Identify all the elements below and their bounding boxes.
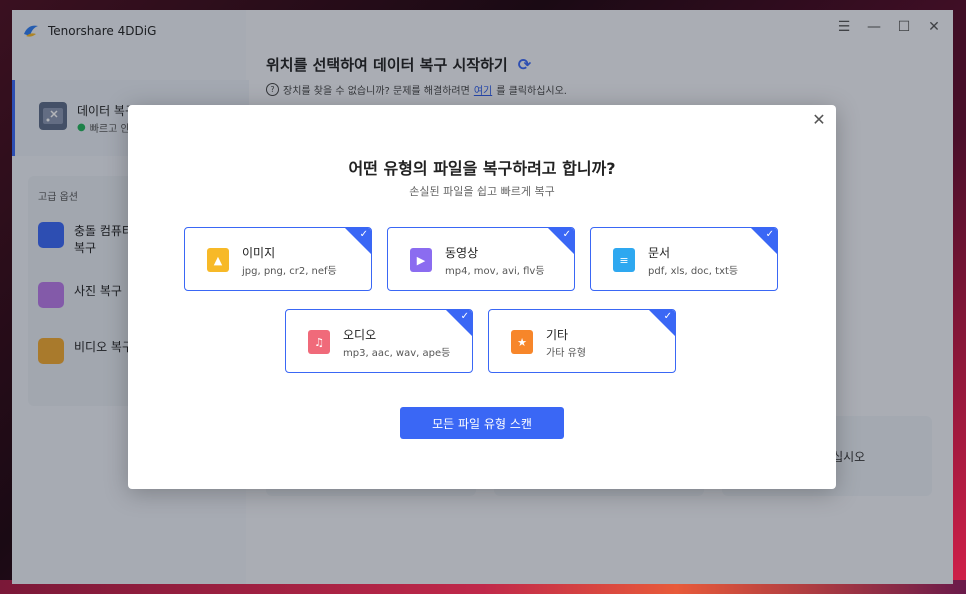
check-icon: ✓ [359, 229, 368, 240]
check-icon: ✓ [562, 229, 571, 240]
file-type-name: 기타 [546, 328, 569, 342]
file-type-extensions: pdf, xls, doc, txt등 [648, 266, 739, 277]
dialog-title: 어떤 유형의 파일을 복구하려고 합니까? [348, 159, 616, 178]
dialog-subtitle: 손실된 파일을 쉽고 빠르게 복구 [409, 185, 555, 198]
file-type-extensions: mp3, aac, wav, ape등 [343, 348, 451, 359]
file-type-video[interactable]: ✓ ▶ 동영상 mp4, mov, avi, flv등 [387, 227, 575, 291]
file-type-name: 문서 [648, 246, 671, 260]
check-icon: ✓ [663, 311, 672, 322]
file-type-image[interactable]: ✓ ▲ 이미지 jpg, png, cr2, nef등 [184, 227, 372, 291]
audio-icon: ♫ [308, 330, 330, 354]
check-icon: ✓ [460, 311, 469, 322]
file-type-dialog: ✕ 어떤 유형의 파일을 복구하려고 합니까? 손실된 파일을 쉽고 빠르게 복… [128, 105, 836, 489]
file-type-name: 이미지 [242, 246, 276, 260]
file-type-name: 오디오 [343, 328, 377, 342]
other-icon: ★ [511, 330, 533, 354]
scan-all-button[interactable]: 모든 파일 유형 스캔 [400, 407, 564, 439]
file-type-audio[interactable]: ✓ ♫ 오디오 mp3, aac, wav, ape등 [285, 309, 473, 373]
file-type-other[interactable]: ✓ ★ 기타 가타 유형 [488, 309, 676, 373]
file-type-extensions: jpg, png, cr2, nef등 [242, 266, 337, 277]
file-type-document[interactable]: ✓ ≡ 문서 pdf, xls, doc, txt등 [590, 227, 778, 291]
file-type-name: 동영상 [445, 246, 479, 260]
video-icon: ▶ [410, 248, 432, 272]
check-icon: ✓ [765, 229, 774, 240]
file-type-extensions: mp4, mov, avi, flv등 [445, 266, 545, 277]
file-type-extensions: 가타 유형 [546, 348, 586, 359]
image-icon: ▲ [207, 248, 229, 272]
close-icon[interactable]: ✕ [810, 111, 828, 129]
document-icon: ≡ [613, 248, 635, 272]
